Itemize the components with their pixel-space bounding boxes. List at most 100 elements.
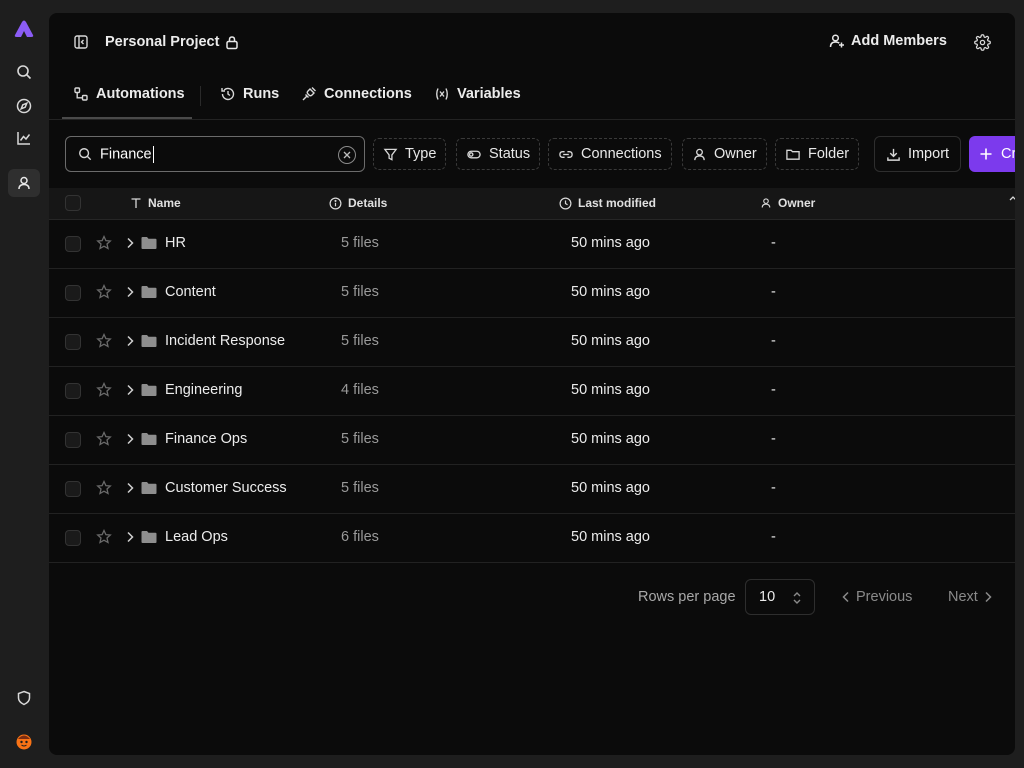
sort-arrow-icon[interactable] — [1009, 196, 1015, 206]
sidebar-toggle-icon[interactable] — [73, 34, 89, 50]
chevron-right-icon[interactable] — [125, 482, 135, 494]
tab-connections-label: Connections — [324, 86, 412, 102]
add-members-button[interactable]: Add Members — [829, 33, 947, 49]
filter-owner-button[interactable]: Owner — [682, 138, 767, 170]
star-icon[interactable] — [96, 431, 112, 447]
filter-connections-button[interactable]: Connections — [548, 138, 672, 170]
flow-icon — [73, 86, 89, 102]
row-owner: - — [771, 284, 776, 300]
table-row[interactable]: Lead Ops 6 files 50 mins ago - — [49, 514, 1015, 563]
star-icon[interactable] — [96, 333, 112, 349]
tab-variables[interactable]: Variables — [434, 86, 521, 102]
row-last-modified: 50 mins ago — [571, 529, 650, 545]
download-icon — [886, 147, 901, 162]
row-last-modified: 50 mins ago — [571, 284, 650, 300]
table-row[interactable]: Customer Success 5 files 50 mins ago - — [49, 465, 1015, 514]
column-details-header[interactable]: Details — [329, 196, 387, 210]
filter-toolbar: Finance Type Status Connections Owner Fo… — [49, 136, 1015, 172]
search-icon[interactable] — [8, 58, 40, 86]
folder-icon — [141, 432, 157, 446]
previous-label: Previous — [856, 589, 913, 605]
user-icon[interactable] — [8, 169, 40, 197]
filter-folder-button[interactable]: Folder — [775, 138, 860, 170]
clock-icon — [559, 197, 572, 210]
compass-icon[interactable] — [8, 92, 40, 120]
table-row[interactable]: Engineering 4 files 50 mins ago - — [49, 367, 1015, 416]
star-icon[interactable] — [96, 529, 112, 545]
star-icon[interactable] — [96, 382, 112, 398]
row-name[interactable]: HR — [165, 235, 186, 251]
project-title-label: Personal Project — [105, 34, 220, 50]
chevron-right-icon[interactable] — [125, 237, 135, 249]
star-icon[interactable] — [96, 284, 112, 300]
row-name[interactable]: Lead Ops — [165, 529, 228, 545]
gear-icon[interactable] — [974, 34, 991, 51]
filter-folder-label: Folder — [808, 146, 850, 162]
chevron-right-icon — [984, 591, 992, 603]
row-checkbox[interactable] — [65, 432, 81, 448]
import-button[interactable]: Import — [874, 136, 961, 172]
avatar[interactable] — [8, 727, 40, 755]
next-label: Next — [948, 589, 978, 605]
tab-variables-label: Variables — [457, 86, 521, 102]
variable-icon — [434, 86, 450, 102]
row-owner: - — [771, 480, 776, 496]
tab-automations[interactable]: Automations — [73, 86, 185, 102]
info-icon — [329, 197, 342, 210]
rows-per-page-select[interactable]: 10 — [745, 579, 815, 615]
chevron-right-icon[interactable] — [125, 433, 135, 445]
history-icon — [220, 86, 236, 102]
row-checkbox[interactable] — [65, 383, 81, 399]
row-name[interactable]: Content — [165, 284, 216, 300]
next-page-button[interactable]: Next — [948, 589, 992, 605]
user-icon — [760, 197, 772, 209]
plus-icon — [979, 147, 993, 161]
row-name[interactable]: Customer Success — [165, 480, 287, 496]
folder-icon — [141, 334, 157, 348]
project-title[interactable]: Personal Project — [105, 34, 239, 50]
column-owner-label: Owner — [778, 196, 816, 210]
star-icon[interactable] — [96, 235, 112, 251]
row-checkbox[interactable] — [65, 530, 81, 546]
tab-connections[interactable]: Connections — [301, 86, 412, 102]
row-name[interactable]: Incident Response — [165, 333, 285, 349]
filter-status-button[interactable]: Status — [456, 138, 541, 170]
row-name[interactable]: Finance Ops — [165, 431, 247, 447]
select-all-checkbox[interactable] — [65, 195, 81, 211]
rows-per-page-label: Rows per page — [638, 589, 736, 605]
chevron-right-icon[interactable] — [125, 384, 135, 396]
import-label: Import — [907, 146, 950, 162]
table-row[interactable]: Content 5 files 50 mins ago - — [49, 269, 1015, 318]
create-button[interactable]: Cr — [969, 136, 1015, 172]
table-row[interactable]: Incident Response 5 files 50 mins ago - — [49, 318, 1015, 367]
row-checkbox[interactable] — [65, 334, 81, 350]
row-last-modified: 50 mins ago — [571, 333, 650, 349]
funnel-icon — [383, 147, 398, 162]
column-name-header[interactable]: Name — [130, 196, 181, 210]
clear-search-button[interactable] — [338, 146, 356, 164]
column-owner-header[interactable]: Owner — [760, 196, 815, 210]
row-details: 5 files — [341, 235, 379, 251]
chevron-right-icon[interactable] — [125, 286, 135, 298]
filter-type-button[interactable]: Type — [373, 138, 447, 170]
row-checkbox[interactable] — [65, 285, 81, 301]
star-icon[interactable] — [96, 480, 112, 496]
plug-icon — [301, 86, 317, 102]
row-checkbox[interactable] — [65, 236, 81, 252]
table-row[interactable]: HR 5 files 50 mins ago - — [49, 220, 1015, 269]
shield-icon[interactable] — [8, 684, 40, 712]
table-row[interactable]: Finance Ops 5 files 50 mins ago - — [49, 416, 1015, 465]
filter-type-label: Type — [405, 146, 437, 162]
row-name[interactable]: Engineering — [165, 382, 242, 398]
tab-runs-label: Runs — [243, 86, 280, 102]
line-chart-icon[interactable] — [8, 124, 40, 152]
column-last-modified-header[interactable]: Last modified — [559, 196, 656, 210]
tab-runs[interactable]: Runs — [220, 86, 279, 102]
previous-page-button[interactable]: Previous — [842, 589, 912, 605]
chevron-right-icon[interactable] — [125, 531, 135, 543]
row-checkbox[interactable] — [65, 481, 81, 497]
chevron-left-icon — [842, 591, 850, 603]
activepieces-logo-icon[interactable] — [8, 14, 40, 42]
search-input[interactable]: Finance — [65, 136, 365, 172]
chevron-right-icon[interactable] — [125, 335, 135, 347]
